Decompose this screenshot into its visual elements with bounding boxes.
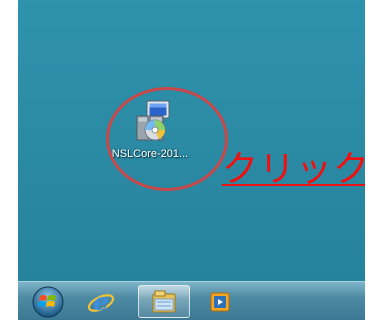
- internet-explorer-icon: e: [87, 287, 115, 316]
- svg-text:e: e: [93, 287, 108, 316]
- file-explorer-button[interactable]: [138, 285, 190, 318]
- desktop-icon-label: NSLCore-201...: [111, 148, 189, 160]
- desktop: NSLCore-201... クリック e: [18, 0, 365, 320]
- media-player-icon: [210, 292, 230, 311]
- installer-cd-icon: [136, 100, 170, 141]
- taskbar: e: [18, 281, 365, 320]
- file-explorer-icon: [152, 290, 176, 312]
- installer-desktop-icon[interactable]: NSLCore-201...: [100, 96, 200, 172]
- media-player-button[interactable]: [200, 285, 240, 318]
- start-button[interactable]: [28, 285, 68, 318]
- internet-explorer-button[interactable]: e: [80, 285, 122, 318]
- screen: NSLCore-201... クリック e: [0, 0, 380, 320]
- start-orb-icon: [32, 286, 64, 317]
- click-annotation: クリック: [222, 149, 365, 190]
